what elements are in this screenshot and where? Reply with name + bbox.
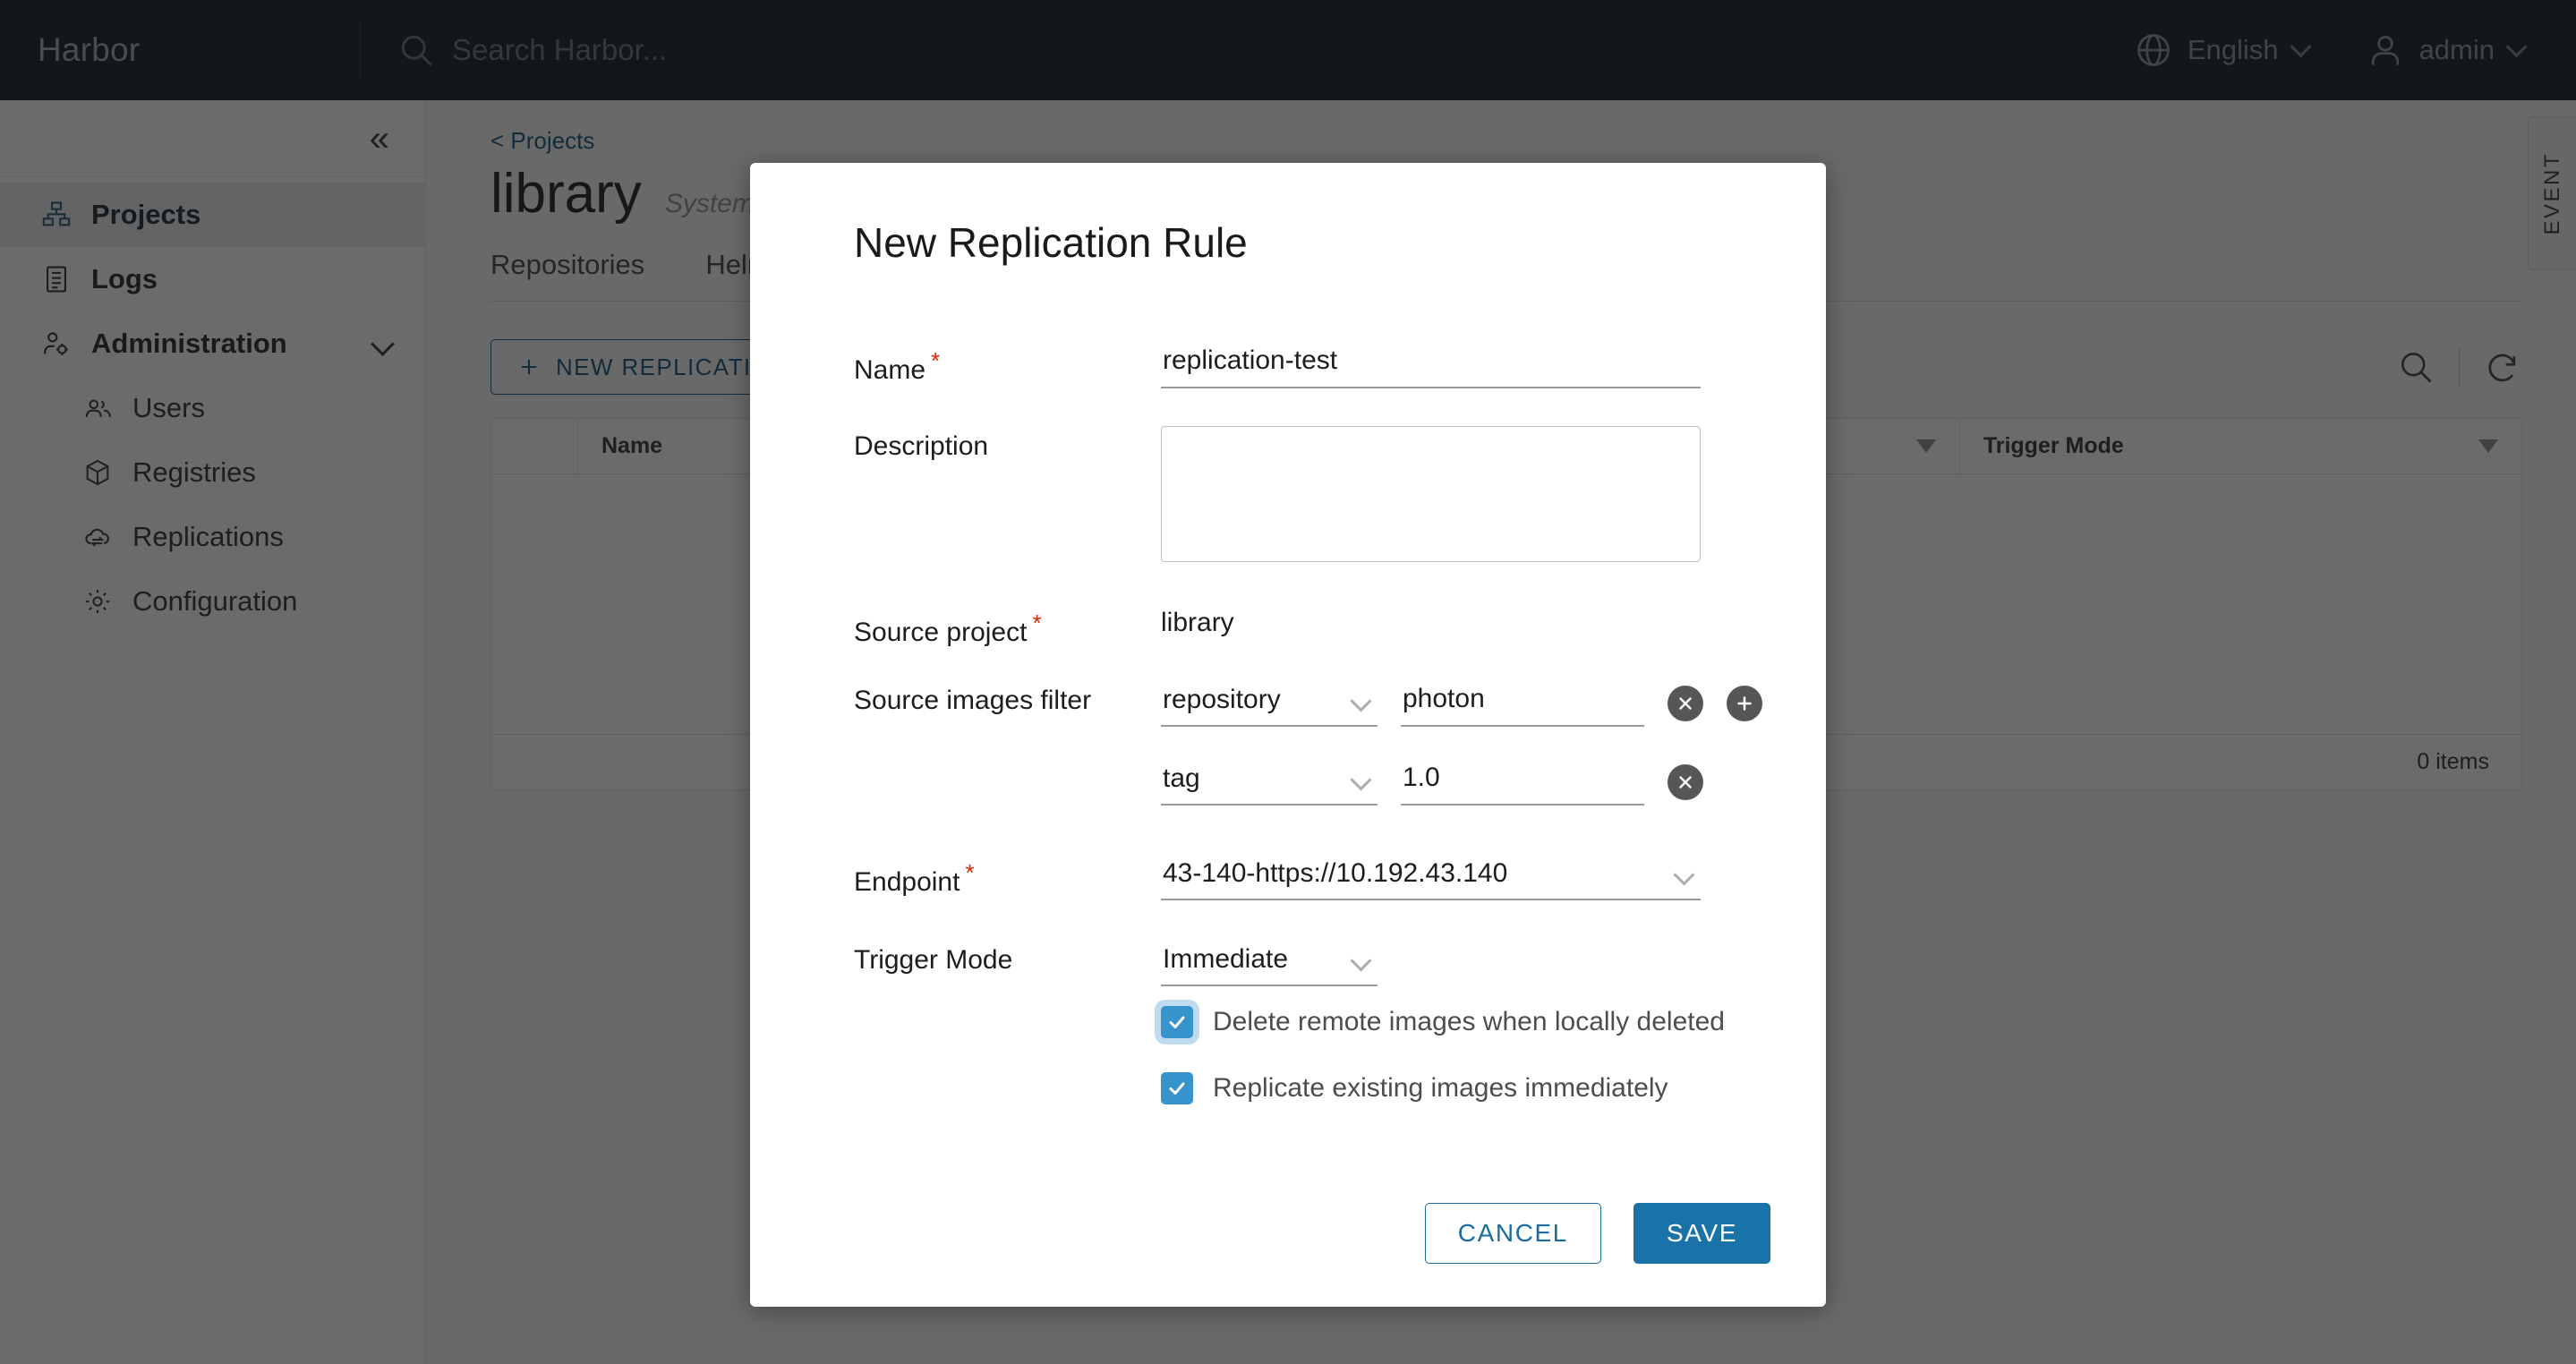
remove-filter-button-0[interactable] — [1668, 686, 1703, 721]
required-asterisk: * — [965, 859, 975, 886]
trigger-mode-control: Immediate — [1161, 940, 1770, 986]
source-project-label-text: Source project — [854, 618, 1028, 647]
checkbox-checked-icon[interactable] — [1161, 1072, 1193, 1104]
source-filter-control: repository photon tag 1.0 — [1161, 680, 1770, 838]
source-project-control: library — [1161, 604, 1770, 638]
endpoint-control: 43-140-https://10.192.43.140 — [1161, 854, 1770, 900]
check-icon — [1169, 1082, 1185, 1095]
filter-type-select-wrap: repository — [1161, 680, 1378, 727]
endpoint-select-wrap: 43-140-https://10.192.43.140 — [1161, 854, 1701, 900]
name-control — [1161, 342, 1770, 388]
field-trigger-mode: Trigger Mode Immediate — [854, 940, 1770, 986]
checkbox-delete-remote-images[interactable]: Delete remote images when locally delete… — [1161, 1006, 1770, 1038]
endpoint-select[interactable]: 43-140-https://10.192.43.140 — [1161, 854, 1701, 900]
filter-type-select-0[interactable]: repository — [1161, 680, 1378, 727]
save-button[interactable]: SAVE — [1633, 1203, 1770, 1264]
field-source-images-filter: Source images filter repository photon t… — [854, 680, 1770, 838]
modal-body: Name* Description Source project* librar… — [806, 267, 1770, 1104]
filter-row-spacer — [1727, 770, 1762, 806]
trigger-mode-label: Trigger Mode — [854, 945, 1013, 975]
source-project-label: Source project * — [854, 604, 1161, 648]
description-label: Description — [854, 431, 989, 461]
field-endpoint: Endpoint * 43-140-https://10.192.43.140 — [854, 854, 1770, 900]
checkbox-label: Replicate existing images immediately — [1213, 1073, 1668, 1103]
filter-row: tag — [1161, 759, 1770, 806]
trigger-select-wrap: Immediate — [1161, 940, 1378, 986]
description-control — [1161, 426, 1770, 567]
field-description: Description — [854, 426, 1770, 567]
source-filter-label: Source images filter — [854, 686, 1092, 715]
trigger-mode-select[interactable]: Immediate — [1161, 940, 1378, 986]
modal-title: New Replication Rule — [854, 219, 1248, 266]
close-icon — [1679, 776, 1692, 789]
checkbox-replicate-existing-images[interactable]: Replicate existing images immediately — [1161, 1072, 1770, 1104]
filter-row: repository — [1161, 680, 1770, 727]
cancel-button[interactable]: CANCEL — [1424, 1203, 1601, 1264]
description-textarea[interactable] — [1161, 426, 1701, 562]
filter-value-input-1[interactable] — [1401, 759, 1644, 806]
filter-type-select-1[interactable]: tag — [1161, 759, 1378, 806]
checkbox-checked-icon[interactable] — [1161, 1006, 1193, 1038]
endpoint-label-text: Endpoint — [854, 867, 960, 897]
plus-icon — [1737, 696, 1752, 711]
endpoint-label: Endpoint * — [854, 854, 1161, 898]
name-input[interactable] — [1161, 342, 1701, 388]
name-label-text: Name — [854, 355, 926, 385]
required-asterisk: * — [1032, 610, 1042, 636]
close-icon — [1679, 697, 1692, 710]
filter-type-select-wrap: tag — [1161, 759, 1378, 806]
remove-filter-button-1[interactable] — [1668, 764, 1703, 800]
field-name: Name * — [854, 342, 1770, 388]
source-project-value: library — [1161, 608, 1234, 637]
modal-footer: CANCEL SAVE — [806, 1203, 1770, 1264]
filter-value-input-0[interactable] — [1401, 680, 1644, 727]
add-filter-button[interactable] — [1727, 686, 1762, 721]
checkbox-label: Delete remote images when locally delete… — [1213, 1007, 1725, 1036]
check-icon — [1169, 1016, 1185, 1028]
required-asterisk: * — [931, 347, 941, 374]
name-label: Name * — [854, 342, 1161, 386]
new-replication-rule-modal: New Replication Rule Name* Description S… — [750, 163, 1826, 1307]
field-source-project: Source project * library — [854, 604, 1770, 648]
